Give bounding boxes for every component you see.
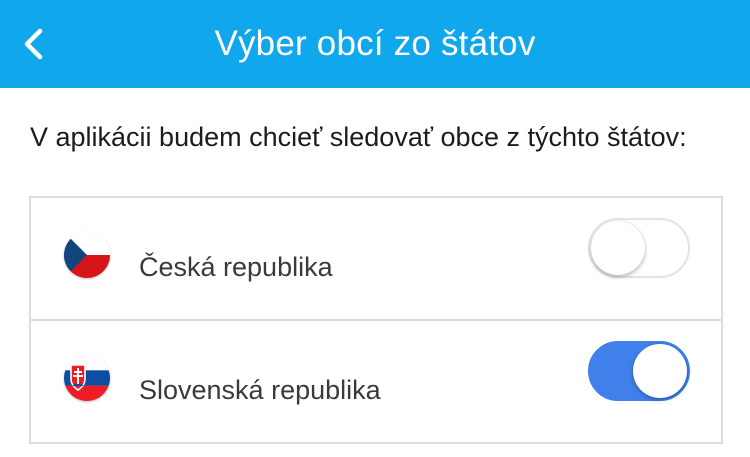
slovak-flag-icon bbox=[64, 355, 110, 401]
toggle-knob bbox=[591, 221, 645, 275]
slovak-republic-toggle[interactable] bbox=[588, 341, 690, 401]
country-name: Česká republika bbox=[139, 252, 333, 282]
intro-text: V aplikácii budem chcieť sledovať obce z… bbox=[30, 122, 687, 152]
czech-flag-icon bbox=[64, 232, 110, 278]
page-title: Výber obcí zo štátov bbox=[214, 24, 536, 63]
list-item-czech-republic: Česká republika bbox=[31, 198, 721, 319]
list-item-slovak-republic: Slovenská republika bbox=[31, 319, 721, 442]
country-list: Česká republika Slovenská republika bbox=[29, 196, 723, 444]
country-name: Slovenská republika bbox=[139, 375, 381, 405]
app-header: Výber obcí zo štátov bbox=[0, 0, 750, 88]
toggle-knob bbox=[633, 344, 687, 398]
czech-republic-toggle[interactable] bbox=[588, 218, 690, 278]
